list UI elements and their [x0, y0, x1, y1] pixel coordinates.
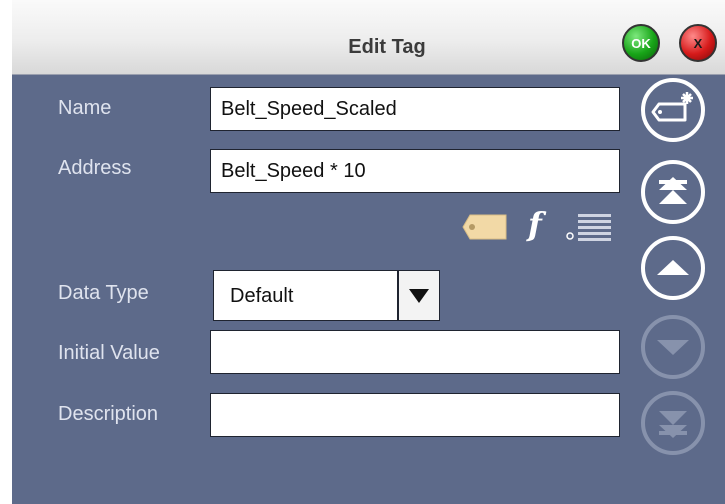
dropdown-arrow-button[interactable]	[397, 271, 439, 320]
new-tag-button[interactable]	[641, 78, 705, 142]
move-to-bottom-icon	[659, 411, 687, 438]
function-icon[interactable]: f	[528, 208, 542, 240]
initial-value-label: Initial Value	[58, 342, 160, 364]
move-down-icon	[657, 340, 689, 355]
move-to-bottom-button[interactable]	[641, 391, 705, 455]
ok-button[interactable]: OK	[622, 24, 660, 62]
move-up-button[interactable]	[641, 236, 705, 300]
chevron-down-icon	[409, 288, 429, 303]
title-bar: Edit Tag	[12, 0, 725, 75]
data-type-label: Data Type	[58, 282, 149, 304]
initial-value-field[interactable]	[210, 330, 620, 374]
cancel-button[interactable]: X	[679, 24, 717, 62]
move-up-icon	[657, 260, 689, 275]
description-field[interactable]	[210, 393, 620, 437]
name-label: Name	[58, 97, 112, 119]
move-to-top-button[interactable]	[641, 160, 705, 224]
list-icon[interactable]	[565, 212, 613, 242]
edit-tag-dialog: Edit Tag OK X Name Belt_Speed_Scaled Add…	[0, 0, 725, 504]
window-edge	[0, 0, 12, 504]
tag-icon[interactable]	[462, 213, 508, 241]
name-field[interactable]: Belt_Speed_Scaled	[210, 87, 620, 131]
address-field[interactable]: Belt_Speed * 10	[210, 149, 620, 193]
description-label: Description	[58, 403, 159, 425]
move-to-top-icon	[659, 177, 687, 204]
new-tag-icon	[651, 92, 693, 122]
move-down-button[interactable]	[641, 315, 705, 379]
dialog-title: Edit Tag	[348, 36, 426, 58]
data-type-dropdown[interactable]: Default	[213, 270, 440, 321]
data-type-value: Default	[230, 285, 294, 307]
address-label: Address	[58, 157, 132, 179]
